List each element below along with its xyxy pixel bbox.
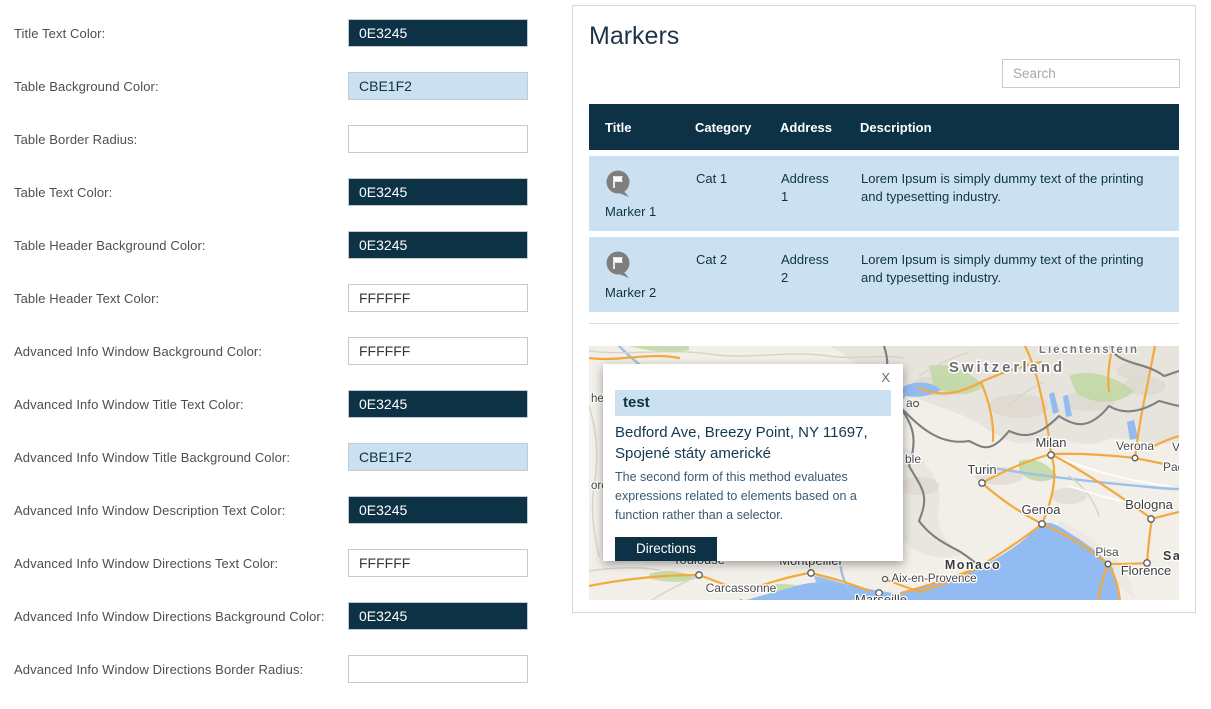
marker-category: Cat 2 [695, 237, 780, 312]
page-title: Markers [589, 22, 679, 51]
setting-row: Table Text Color: [14, 166, 528, 219]
advanced-info-window-description-text-color-input[interactable] [348, 496, 528, 524]
marker-address: Address 1 [780, 156, 860, 231]
marker-description: Lorem Ipsum is simply dummy text of the … [860, 156, 1179, 231]
table-header-text-color-label: Table Header Text Color: [14, 291, 159, 306]
map-label: Milan [1035, 435, 1066, 450]
marker-description: Lorem Ipsum is simply dummy text of the … [860, 237, 1179, 312]
map-label: Bologna [1125, 497, 1173, 512]
advanced-info-window-directions-background-color-input[interactable] [348, 602, 528, 630]
map-infowindow: X test Bedford Ave, Breezy Point, NY 116… [603, 364, 903, 561]
column-header-category: Category [695, 104, 780, 150]
setting-row: Advanced Info Window Title Background Co… [14, 431, 528, 484]
setting-row: Table Background Color: [14, 60, 528, 113]
advanced-info-window-background-color-label: Advanced Info Window Background Color: [14, 344, 262, 359]
advanced-info-window-description-text-color-label: Advanced Info Window Description Text Co… [14, 503, 286, 518]
advanced-info-window-directions-border-radius-label: Advanced Info Window Directions Border R… [14, 662, 303, 677]
map-label: ble [905, 452, 921, 466]
map-label: Switzerland [949, 359, 1065, 376]
map-label: Monaco [945, 558, 1001, 572]
city-dot [914, 402, 919, 407]
setting-row: Table Header Background Color: [14, 219, 528, 272]
column-header-title: Title [589, 104, 695, 150]
map-label: V [1172, 440, 1179, 454]
advanced-info-window-directions-text-color-input[interactable] [348, 549, 528, 577]
table-header-background-color-label: Table Header Background Color: [14, 238, 206, 253]
advanced-info-window-directions-background-color-label: Advanced Info Window Directions Backgrou… [14, 609, 325, 624]
map-label: Florence [1121, 563, 1172, 578]
advanced-info-window-title-text-color-input[interactable] [348, 390, 528, 418]
city-dot [1132, 455, 1138, 461]
setting-row: Advanced Info Window Background Color: [14, 325, 528, 378]
table-border-radius-label: Table Border Radius: [14, 132, 137, 147]
search-input[interactable] [1002, 59, 1180, 88]
map-label: Pisa [1095, 545, 1119, 559]
setting-row: Advanced Info Window Title Text Color: [14, 378, 528, 431]
map-label: Pad [1163, 460, 1179, 474]
divider [589, 323, 1179, 324]
marker-title: Marker 1 [605, 203, 694, 221]
table-header-text-color-input[interactable] [348, 284, 528, 312]
city-dot [808, 570, 814, 576]
infowindow-title: test [615, 390, 891, 416]
advanced-info-window-title-background-color-label: Advanced Info Window Title Background Co… [14, 450, 290, 465]
city-dot [696, 572, 702, 578]
infowindow-address: Bedford Ave, Breezy Point, NY 11697, Spo… [615, 422, 891, 464]
map-label: Aix-en-Provence [891, 573, 976, 585]
setting-row: Advanced Info Window Directions Text Col… [14, 537, 528, 590]
city-dot [979, 480, 985, 486]
marker-address: Address 2 [780, 237, 860, 312]
markers-table: Title Category Address Description [589, 98, 1179, 318]
advanced-info-window-background-color-input[interactable] [348, 337, 528, 365]
advanced-info-window-title-text-color-label: Advanced Info Window Title Text Color: [14, 397, 244, 412]
city-dot [1148, 516, 1154, 522]
column-header-address: Address [780, 104, 860, 150]
map-label: a [906, 396, 913, 410]
city-dot [1048, 452, 1054, 458]
column-header-description: Description [860, 104, 1179, 150]
city-dot [1039, 521, 1045, 527]
marker-title: Marker 2 [605, 284, 694, 302]
map-label: Sa [1163, 549, 1179, 563]
marker-row[interactable]: Marker 2 Cat 2 Address 2 Lorem Ipsum is … [589, 237, 1179, 312]
table-header-row: Title Category Address Description [589, 104, 1179, 150]
directions-button[interactable]: Directions [615, 537, 717, 561]
table-text-color-label: Table Text Color: [14, 185, 112, 200]
map-label: Liechtenstein [1039, 346, 1139, 356]
table-header-background-color-input[interactable] [348, 231, 528, 259]
advanced-info-window-directions-text-color-label: Advanced Info Window Directions Text Col… [14, 556, 278, 571]
city-dot [1105, 561, 1111, 567]
table-text-color-input[interactable] [348, 178, 528, 206]
marker-pin-icon [605, 251, 632, 280]
marker-row[interactable]: Marker 1 Cat 1 Address 1 Lorem Ipsum is … [589, 156, 1179, 231]
setting-row: Advanced Info Window Directions Backgrou… [14, 590, 528, 643]
infowindow-close-button[interactable]: X [881, 371, 890, 385]
setting-row: Table Border Radius: [14, 113, 528, 166]
title-text-color-input[interactable] [348, 19, 528, 47]
marker-pin-icon [605, 170, 632, 199]
map-preview[interactable]: Switzerland Liechtenstein Milan Verona Turin… [589, 346, 1179, 600]
advanced-info-window-directions-border-radius-input[interactable] [348, 655, 528, 683]
setting-row: Advanced Info Window Directions Border R… [14, 643, 528, 696]
marker-category: Cat 1 [695, 156, 780, 231]
title-text-color-label: Title Text Color: [14, 26, 105, 41]
map-label: Genoa [1021, 502, 1061, 517]
infowindow-description: The second form of this method evaluates… [615, 468, 891, 525]
setting-row: Table Header Text Color: [14, 272, 528, 325]
advanced-info-window-title-background-color-input[interactable] [348, 443, 528, 471]
settings-form: Title Text Color: Table Background Color:… [0, 0, 560, 709]
markers-preview-panel: Markers Title Category Address Descripti… [572, 5, 1196, 613]
map-label: Carcassonne [706, 581, 777, 595]
map-label: Turin [967, 462, 996, 477]
table-background-color-label: Table Background Color: [14, 79, 159, 94]
table-background-color-input[interactable] [348, 72, 528, 100]
map-label: Marseille [855, 592, 907, 600]
map-label: Verona [1116, 439, 1154, 453]
table-border-radius-input[interactable] [348, 125, 528, 153]
setting-row: Advanced Info Window Description Text Co… [14, 484, 528, 537]
city-dot [883, 577, 888, 582]
setting-row: Title Text Color: [14, 7, 528, 60]
